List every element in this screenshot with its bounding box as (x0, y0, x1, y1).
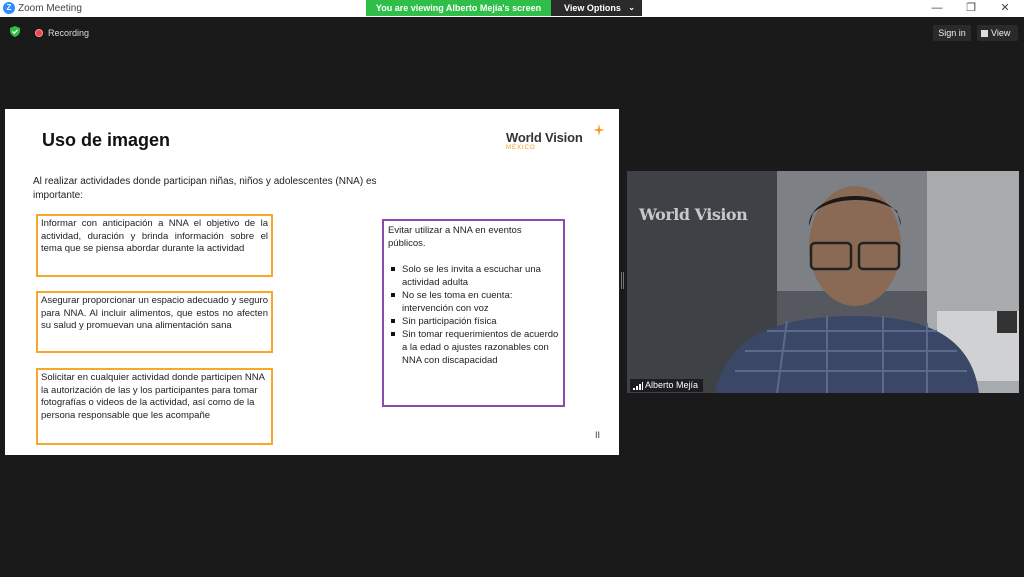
meeting-toolbar: Recording Sign in View (0, 17, 1024, 47)
bullet-icon (391, 319, 395, 323)
slide-intro-text: Al realizar actividades donde participan… (33, 176, 377, 201)
view-grid-icon (981, 30, 988, 37)
chevron-down-icon: ⌄ (628, 3, 635, 12)
minimize-button[interactable]: — (920, 0, 954, 17)
restore-button[interactable]: ❐ (954, 0, 988, 17)
window-title: Zoom Meeting (18, 3, 82, 14)
view-button-label: View (991, 28, 1011, 38)
bullet-icon (391, 332, 395, 336)
list-item-text: No se les toma en cuenta: intervención c… (402, 290, 513, 314)
bullet-icon (391, 267, 395, 271)
participant-name-tag: Alberto Mejía (630, 379, 704, 392)
logo-subtitle: MÉXICO (506, 145, 536, 151)
list-item: Solo se les invita a escuchar una activi… (388, 263, 559, 289)
purple-info-box: Evitar utilizar a NNA en eventos público… (382, 219, 565, 407)
list-item: Sin tomar requerimientos de acuerdo a la… (388, 328, 559, 367)
panel-resize-handle[interactable] (621, 272, 624, 289)
background-logo-text: World Vision (639, 205, 748, 224)
bullet-icon (391, 293, 395, 297)
bullet-list: Solo se les invita a escuchar una activi… (388, 263, 559, 367)
logo-star-icon (593, 124, 605, 136)
sign-in-button[interactable]: Sign in (933, 25, 971, 41)
list-item-text: Solo se les invita a escuchar una activi… (402, 264, 541, 288)
view-options-button[interactable]: View Options ⌄ (551, 0, 642, 16)
list-item-text: Sin tomar requerimientos de acuerdo a la… (402, 329, 559, 366)
shield-check-icon[interactable] (10, 26, 20, 37)
orange-info-box: Solicitar en cualquier actividad donde p… (36, 368, 273, 445)
purple-box-heading: Evitar utilizar a NNA en eventos público… (388, 225, 522, 249)
list-item: Sin participación física (388, 315, 559, 328)
list-item-text: Sin participación física (402, 316, 497, 327)
slide-page-marker: II (595, 430, 601, 440)
orange-info-box: Asegurar proporcionar un espacio adecuad… (36, 291, 273, 353)
signal-bars-icon (633, 382, 643, 390)
slide-title: Uso de imagen (42, 130, 171, 150)
zoom-logo-icon: Z (3, 2, 15, 14)
world-vision-logo: World Vision MÉXICO (506, 124, 606, 157)
view-button[interactable]: View (977, 25, 1018, 41)
orange-info-box: Informar con anticipación a NNA el objet… (36, 214, 273, 277)
close-button[interactable]: ✕ (988, 0, 1022, 17)
participant-video-tile[interactable]: World Vision Alberto Mejía (627, 171, 1019, 393)
screen-share-banner: You are viewing Alberto Mejía's screen (366, 0, 551, 16)
logo-name: World Vision (506, 130, 583, 145)
recording-label[interactable]: Recording (48, 28, 89, 38)
recording-icon (35, 29, 43, 37)
shared-screen-slide: Uso de imagen World Vision MÉXICO Al rea… (5, 109, 619, 455)
view-options-label: View Options (564, 3, 621, 13)
list-item: No se les toma en cuenta: intervención c… (388, 289, 559, 315)
participant-name: Alberto Mejía (645, 380, 699, 390)
